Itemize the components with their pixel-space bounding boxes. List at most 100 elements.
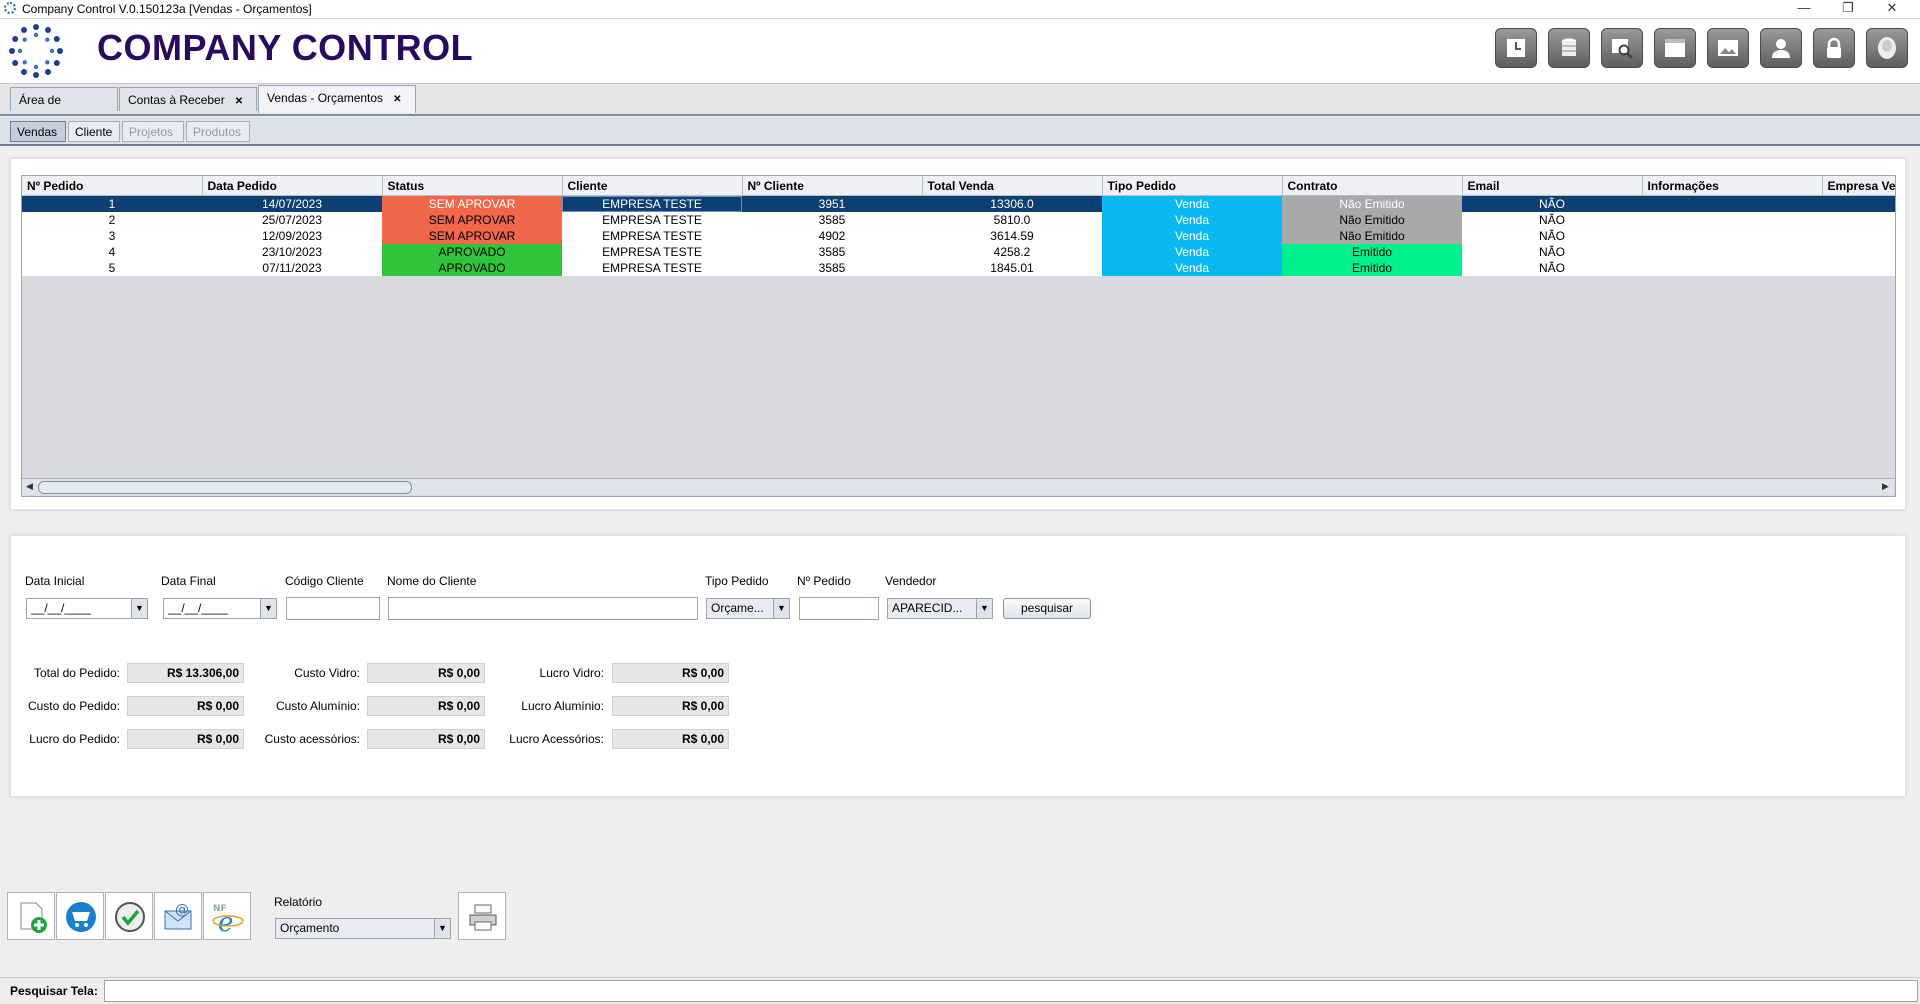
close-window-button[interactable]: ✕ — [1870, 0, 1914, 18]
col-header[interactable]: Nº Pedido — [22, 176, 203, 196]
cell-contrato: Não Emitido — [1282, 212, 1462, 228]
cell-info — [1642, 195, 1822, 212]
cell-empresa: TE — [1822, 228, 1895, 244]
vendedor-select[interactable]: APARECID... ▼ — [887, 598, 993, 619]
cell-contrato: Não Emitido — [1282, 228, 1462, 244]
cell-data: 25/07/2023 — [202, 212, 382, 228]
cell-total: 5810.0 — [922, 212, 1102, 228]
window-title: Company Control V.0.150123a [Vendas - Or… — [22, 2, 312, 16]
nome-cliente-input[interactable] — [388, 597, 698, 620]
codigo-cliente-input[interactable] — [286, 597, 380, 620]
table-row[interactable]: 3 12/09/2023 SEM APROVAR EMPRESA TESTE 4… — [22, 228, 1895, 244]
avatar-icon[interactable] — [1866, 28, 1908, 68]
custo-pedido-label: Custo do Pedido: — [27, 699, 120, 713]
data-inicial-value: __/__/____ — [31, 601, 92, 615]
clock-icon[interactable] — [1495, 28, 1537, 68]
image-icon[interactable] — [1707, 28, 1749, 68]
scroll-left-icon[interactable]: ◀ — [26, 481, 33, 492]
database-icon[interactable] — [1548, 28, 1590, 68]
approve-check-icon[interactable] — [105, 892, 153, 940]
cell-status: SEM APROVAR — [382, 212, 562, 228]
chevron-down-icon[interactable]: ▼ — [434, 919, 450, 938]
table-row[interactable]: 5 07/11/2023 APROVADO EMPRESA TESTE 3585… — [22, 260, 1895, 276]
svg-text:@: @ — [175, 902, 189, 918]
data-final-label: Data Final — [161, 574, 216, 588]
data-final-field[interactable]: __/__/____ ▼ — [163, 598, 277, 619]
cell-contrato: Emitido — [1282, 244, 1462, 260]
scroll-thumb[interactable] — [38, 481, 412, 494]
table-header-row: Nº Pedido Data Pedido Status Cliente Nº … — [22, 176, 1895, 196]
relatorio-select[interactable]: Orçamento ▼ — [275, 918, 451, 939]
lucro-pedido-label: Lucro do Pedido: — [29, 732, 120, 746]
shopping-cart-icon[interactable] — [56, 892, 104, 940]
relatorio-value: Orçamento — [280, 921, 340, 935]
cell-n-cliente: 4902 — [742, 228, 922, 244]
tab-vendas-orcamentos[interactable]: Vendas - Orçamentos ✕ — [258, 85, 416, 113]
custo-aluminio-label: Custo Alumínio: — [275, 699, 360, 713]
tab-label: Contas à Receber — [128, 93, 225, 107]
col-header[interactable]: Total Venda — [922, 176, 1103, 196]
pesquisar-tela-input[interactable] — [104, 980, 1918, 1002]
cell-data: 14/07/2023 — [202, 195, 382, 212]
calendar-dropdown-icon[interactable]: ▼ — [131, 599, 147, 618]
orders-table[interactable]: Nº Pedido Data Pedido Status Cliente Nº … — [21, 175, 1896, 497]
subtab-produtos: Produtos — [186, 121, 250, 142]
horizontal-scrollbar[interactable]: ◀ ▶ — [22, 478, 1894, 495]
close-tab-icon[interactable]: ✕ — [235, 96, 243, 107]
scroll-right-icon[interactable]: ▶ — [1882, 481, 1889, 492]
nfe-icon[interactable]: NF e — [203, 892, 251, 940]
cell-status: APROVADO — [382, 244, 562, 260]
lucro-aluminio-value: R$ 0,00 — [612, 696, 729, 716]
table-row[interactable]: 1 14/07/2023 SEM APROVAR EMPRESA TESTE 3… — [22, 195, 1895, 212]
new-document-icon[interactable] — [7, 892, 55, 940]
table-row[interactable]: 2 25/07/2023 SEM APROVAR EMPRESA TESTE 3… — [22, 212, 1895, 228]
cell-empresa: TE — [1822, 195, 1895, 212]
col-header[interactable]: Email — [1462, 176, 1643, 196]
cell-status: SEM APROVAR — [382, 228, 562, 244]
col-header[interactable]: Tipo Pedido — [1102, 176, 1283, 196]
cell-data: 07/11/2023 — [202, 260, 382, 276]
cell-info — [1642, 228, 1822, 244]
nome-cliente-label: Nome do Cliente — [387, 574, 477, 588]
cell-email: NÃO — [1462, 195, 1642, 212]
relatorio-label: Relatório — [274, 895, 323, 909]
table-row[interactable]: 4 23/10/2023 APROVADO EMPRESA TESTE 3585… — [22, 244, 1895, 260]
cell-n-cliente: 3585 — [742, 260, 922, 276]
cell-empresa: L — [1822, 260, 1895, 276]
lock-icon[interactable] — [1813, 28, 1855, 68]
lucro-vidro-label: Lucro Vidro: — [539, 666, 604, 680]
tipo-pedido-select[interactable]: Orçame... ▼ — [706, 598, 790, 619]
col-header[interactable]: Contrato — [1282, 176, 1463, 196]
user-icon[interactable] — [1760, 28, 1802, 68]
pesquisar-button[interactable]: pesquisar — [1003, 598, 1091, 619]
cell-empresa: TE — [1822, 244, 1895, 260]
n-pedido-input[interactable] — [799, 597, 879, 620]
col-header[interactable]: Informações — [1642, 176, 1823, 196]
minimize-button[interactable]: — — [1782, 0, 1826, 18]
subtab-projetos: Projetos — [122, 121, 184, 142]
chevron-down-icon[interactable]: ▼ — [773, 599, 789, 618]
email-icon[interactable]: @ — [154, 892, 202, 940]
col-header[interactable]: Data Pedido — [202, 176, 383, 196]
subtab-vendas[interactable]: Vendas — [10, 121, 66, 142]
printer-icon[interactable] — [458, 892, 506, 940]
chevron-down-icon[interactable]: ▼ — [976, 599, 992, 618]
window-icon[interactable] — [1654, 28, 1696, 68]
calendar-dropdown-icon[interactable]: ▼ — [260, 599, 276, 618]
cell-email: NÃO — [1462, 260, 1642, 276]
col-header[interactable]: Cliente — [562, 176, 743, 196]
tab-area-de-trabalho[interactable]: Área de Trabalho — [10, 87, 118, 131]
subtab-cliente[interactable]: Cliente — [68, 121, 120, 142]
col-header[interactable]: Nº Cliente — [742, 176, 923, 196]
restore-button[interactable]: ❐ — [1826, 0, 1870, 18]
tab-contas-a-receber[interactable]: Contas à Receber ✕ — [119, 87, 257, 111]
pesquisar-tela-label: Pesquisar Tela: — [10, 984, 98, 998]
col-header[interactable]: Status — [382, 176, 563, 196]
close-tab-icon[interactable]: ✕ — [393, 94, 401, 105]
data-inicial-label: Data Inicial — [25, 574, 85, 588]
search-window-icon[interactable] — [1601, 28, 1643, 68]
cell-data: 23/10/2023 — [202, 244, 382, 260]
col-header[interactable]: Empresa Ve — [1822, 176, 1895, 196]
data-inicial-field[interactable]: __/__/____ ▼ — [26, 598, 148, 619]
lucro-aluminio-label: Lucro Alumínio: — [521, 699, 604, 713]
